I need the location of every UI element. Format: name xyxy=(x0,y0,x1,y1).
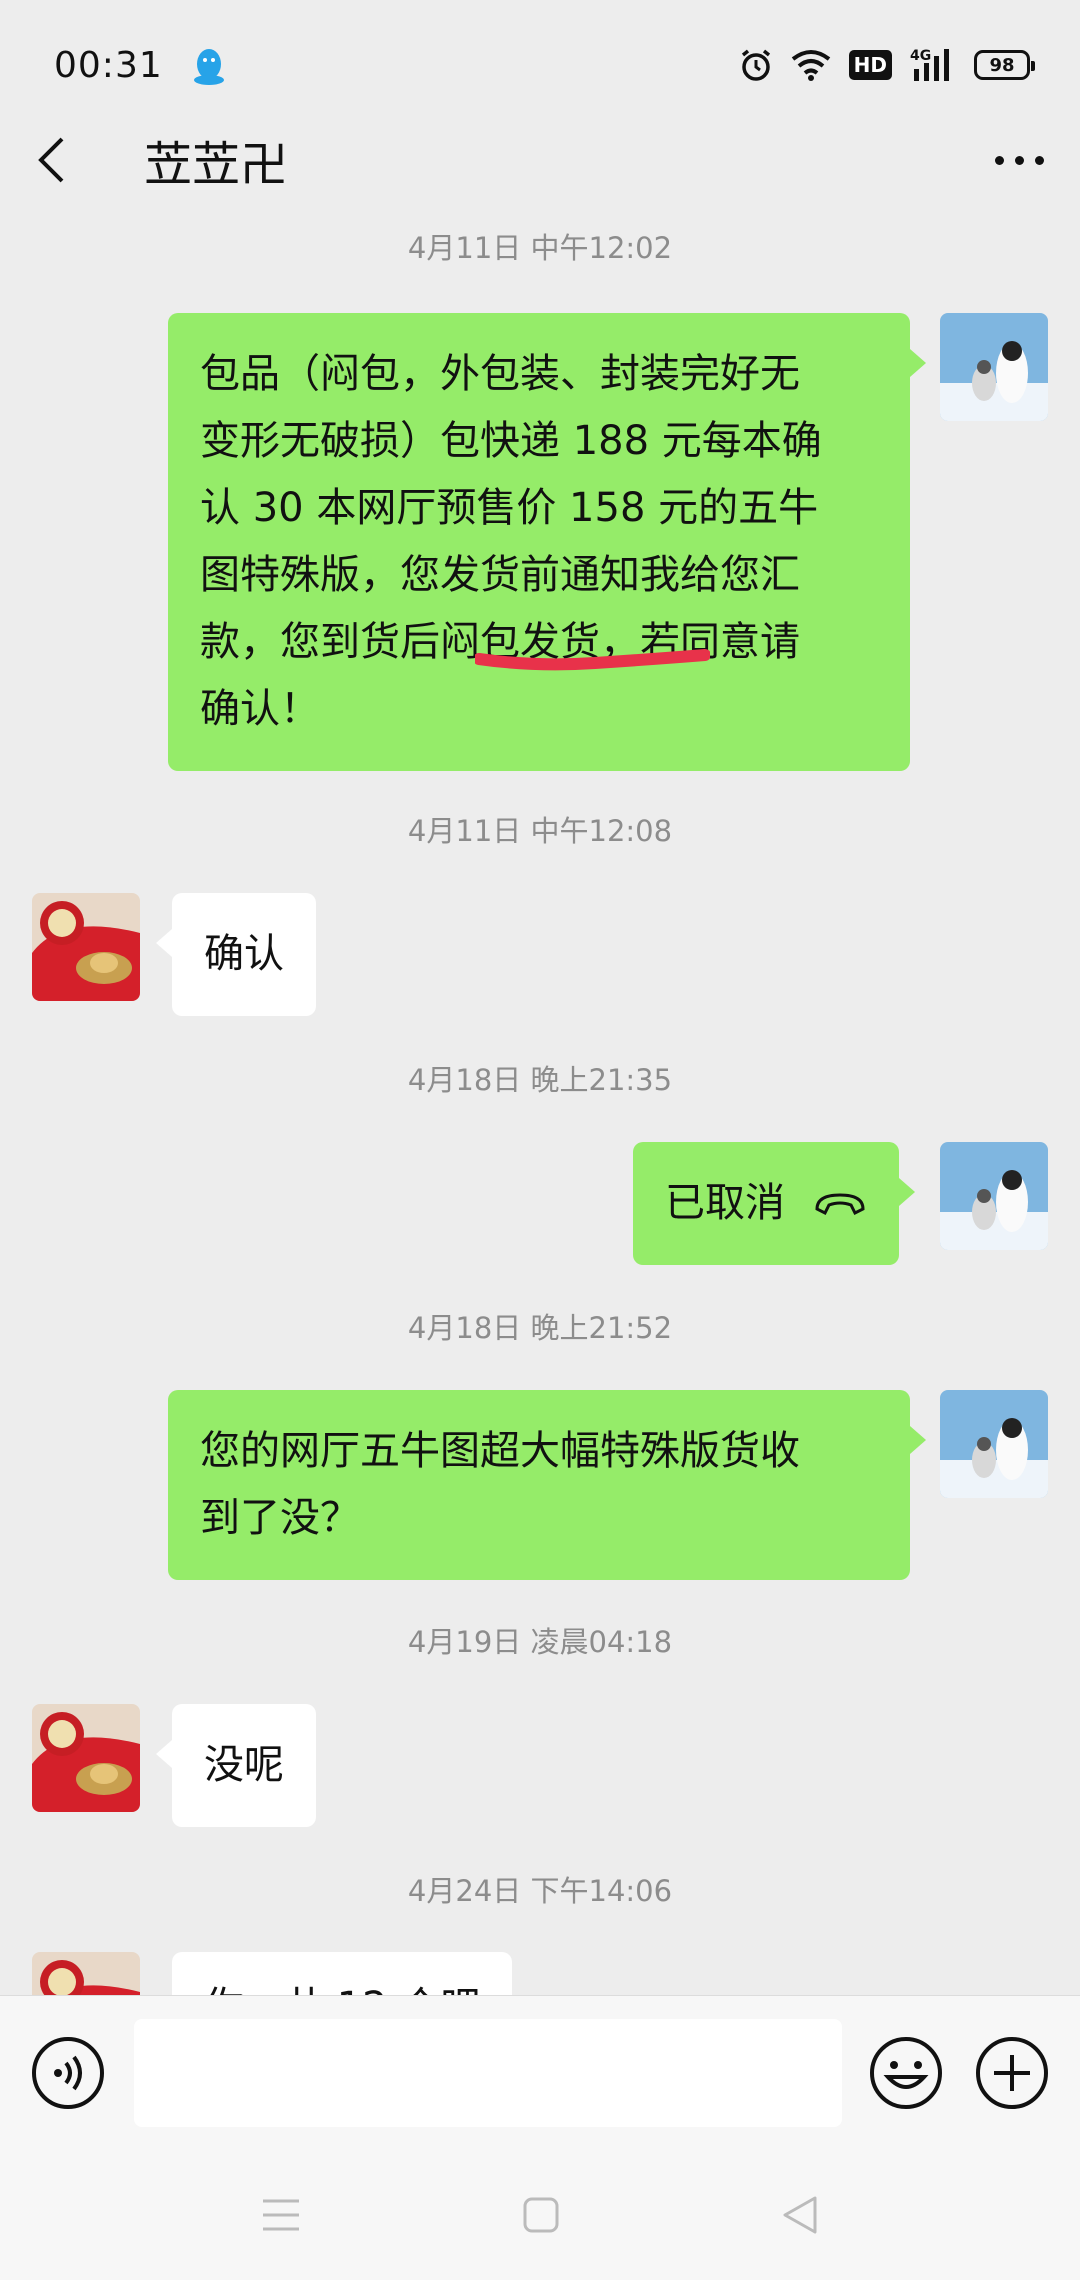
penguin-avatar-image xyxy=(940,1390,1048,1498)
status-bar: 00:31 HD 4G 98 xyxy=(0,0,1080,130)
smiley-face-icon xyxy=(870,2037,942,2109)
emoji-button[interactable] xyxy=(868,2035,944,2111)
cancelled-call-bubble[interactable]: 已取消 xyxy=(633,1142,915,1265)
system-nav-bar xyxy=(0,2150,1080,2280)
message-timestamp: 4月24日 下午14:06 xyxy=(407,1874,673,1908)
contact-avatar[interactable] xyxy=(32,893,140,1001)
new-year-avatar-image xyxy=(32,1952,140,1995)
message-text-input[interactable] xyxy=(134,2019,842,2127)
chat-header: 苙苙卍 xyxy=(0,120,1080,200)
chevron-left-icon xyxy=(38,137,64,183)
dot-icon xyxy=(1035,155,1044,165)
dot-icon xyxy=(995,155,1004,165)
network-type-label: 4G xyxy=(910,48,931,64)
message-line: 到了没？ xyxy=(200,1495,360,1541)
dot-icon xyxy=(1015,155,1024,165)
new-year-avatar-image xyxy=(32,893,140,1001)
self-avatar[interactable] xyxy=(940,313,1048,421)
hd-badge: HD xyxy=(848,50,892,80)
message-line: 图特殊版，您发货前通知我给您汇 xyxy=(200,552,800,598)
message-timestamp: 4月18日 晚上21:52 xyxy=(407,1311,673,1345)
message-line: 包品（闷包，外包装、封装完好无 xyxy=(200,351,800,397)
message-line: 确认！ xyxy=(200,686,320,732)
back-button[interactable] xyxy=(36,130,76,190)
sent-message-bubble[interactable]: 包品（闷包，外包装、封装完好无 变形无破损）包快递 188 元每本确 认 30 … xyxy=(168,313,926,771)
chat-title: 苙苙卍 xyxy=(144,137,289,193)
home-icon[interactable] xyxy=(522,2196,560,2234)
voice-input-button[interactable] xyxy=(30,2035,106,2111)
battery-level: 98 xyxy=(989,54,1015,76)
more-functions-button[interactable] xyxy=(974,2035,1050,2111)
more-options-button[interactable] xyxy=(995,140,1044,181)
penguin-avatar-image xyxy=(940,313,1048,421)
message-timestamp: 4月19日 凌晨04:18 xyxy=(407,1625,673,1659)
alarm-icon xyxy=(741,49,770,81)
red-underline-mark xyxy=(475,649,710,671)
message-input-bar xyxy=(0,1995,1080,2150)
message-line: 认 30 本网厅预售价 158 元的五牛 xyxy=(200,485,819,531)
status-time: 00:31 xyxy=(54,44,163,86)
new-year-avatar-image xyxy=(32,1704,140,1812)
menu-icon[interactable] xyxy=(261,2197,301,2233)
penguin-avatar-image xyxy=(940,1142,1048,1250)
received-message-bubble[interactable]: 确认 xyxy=(156,893,316,1016)
plus-icon xyxy=(976,2037,1048,2109)
call-status-label: 已取消 xyxy=(665,1180,785,1226)
message-timestamp: 4月18日 晚上21:35 xyxy=(407,1063,673,1097)
battery-indicator: 98 xyxy=(974,50,1035,80)
message-timestamp: 4月11日 中午12:02 xyxy=(407,231,673,265)
self-avatar[interactable] xyxy=(940,1390,1048,1498)
contact-avatar[interactable] xyxy=(32,1704,140,1812)
signal-icon: 4G xyxy=(910,48,949,81)
phone-hangup-icon xyxy=(815,1192,865,1215)
wifi-icon xyxy=(791,50,830,81)
message-line: 您的网厅五牛图超大幅特殊版货收 xyxy=(200,1428,800,1474)
received-message-bubble[interactable]: 没呢 xyxy=(156,1704,316,1827)
message-line: 变形无破损）包快递 188 元每本确 xyxy=(200,418,822,464)
qq-penguin-icon xyxy=(193,49,224,85)
back-triangle-icon[interactable] xyxy=(781,2195,819,2235)
self-avatar[interactable] xyxy=(940,1142,1048,1250)
contact-avatar[interactable] xyxy=(32,1952,140,1995)
message-timestamp: 4月11日 中午12:08 xyxy=(407,814,673,848)
sent-message-bubble[interactable]: 您的网厅五牛图超大幅特殊版货收 到了没？ xyxy=(168,1390,926,1580)
voice-icon xyxy=(32,2037,104,2109)
